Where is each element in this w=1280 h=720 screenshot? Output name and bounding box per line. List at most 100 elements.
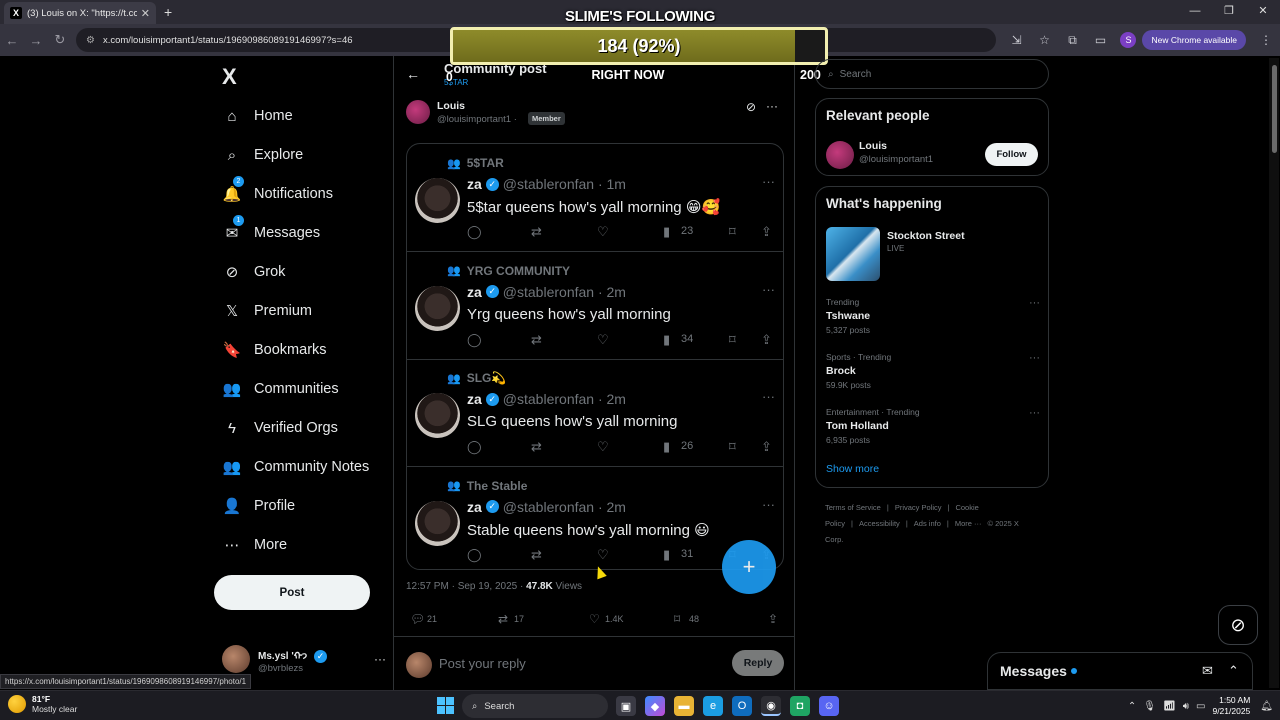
trend-name: Tom Holland [826,420,889,432]
extensions-icon[interactable]: ⧉ [1058,33,1086,48]
file-explorer-icon[interactable]: ▬ [674,696,694,716]
reply-icon[interactable]: 💬︎ [410,612,425,626]
account-switcher[interactable]: Ms.ysl 'ᡣ𐭩 ✓ @bvrblezs ··· [222,644,386,674]
reload-icon[interactable]: ↻ [48,32,72,48]
grok-icon[interactable]: ⊘ [746,100,756,114]
follow-button[interactable]: Follow [985,143,1038,166]
install-app-icon[interactable]: ⇲ [1002,33,1030,47]
trend-context: Entertainment · Trending [826,407,920,417]
weather-widget[interactable]: 81°F Mostly clear [8,694,77,714]
sidebar-item-profile[interactable]: 👤 Profile [222,493,295,519]
app-icon[interactable]: ◘ [790,696,810,716]
volume-icon[interactable]: 🔊︎ [1183,701,1189,712]
tab-close-icon[interactable]: ✕ [141,7,150,20]
x-logo-icon[interactable]: X [222,64,237,90]
forward-arrow-icon[interactable]: → [24,33,48,48]
tray-chevron-icon[interactable]: ⌃ [1128,701,1136,712]
new-tab-button[interactable]: + [164,4,172,20]
compose-fab-button[interactable]: + [722,540,776,594]
trend-item[interactable]: Entertainment · Trending Tom Holland 6,935… [826,407,1040,445]
scrollbar-thumb[interactable] [1272,65,1277,153]
footer-link[interactable]: Ads info [914,519,941,528]
trend-more-icon[interactable]: ··· [1029,352,1040,364]
edge-icon[interactable]: e [703,696,723,716]
task-view-icon[interactable]: ▣ [616,696,636,716]
toolbar-icons: ⇲ ☆ ⧉ ▭ S New Chrome available ⋮ [1002,28,1280,52]
trend-item[interactable]: Trending Tshwane 5,327 posts ··· [826,297,1040,335]
reply-input[interactable]: Post your reply [439,656,526,671]
repost-icon[interactable]: ⇄ [498,612,508,626]
follower-goal-value: 184 (92%) [597,36,681,56]
grok-floating-button[interactable]: ⊘ [1218,605,1258,645]
sidebar-item-messages[interactable]: ✉ 1 Messages [222,215,320,246]
trend-item[interactable]: Sports · Trending Brock 59.9K posts ··· [826,352,1040,390]
relevant-person-name[interactable]: Louis [859,140,887,152]
sidebar-item-home[interactable]: ⌂ Home [222,103,292,129]
avatar[interactable] [406,100,430,124]
relevant-person-handle[interactable]: @louisimportant1 [859,154,933,165]
quoted-post: 👥 SLG💫 za ✓ @stableronfan · 2m ··· SLG queens … [407,359,783,467]
avatar [415,178,460,223]
sidebar-item-premium[interactable]: 𝕏 Premium [222,298,312,324]
bookmark-star-icon[interactable]: ☆ [1030,33,1058,47]
new-message-icon[interactable]: ✉ [1202,663,1213,679]
footer-link[interactable]: Accessibility [859,519,900,528]
account-more-icon[interactable]: ··· [374,652,386,666]
discord-icon[interactable]: ☺ [819,696,839,716]
site-info-icon[interactable]: ⚙ [86,35,95,46]
trend-more-icon[interactable]: ··· [1029,297,1040,309]
sidebar-item-more[interactable]: ⋯ More [222,532,288,558]
sidebar-item-grok[interactable]: ⊘ Grok [222,259,286,285]
restore-icon[interactable]: ❐ [1212,0,1246,24]
reply-button[interactable]: Reply [732,650,784,676]
clock[interactable]: 1:50 AM 9/21/2025 [1212,695,1250,717]
copilot-icon[interactable]: ◆ [645,696,665,716]
author-handle[interactable]: @louisimportant1 · [437,114,517,125]
close-window-icon[interactable]: ✕ [1246,0,1280,24]
like-icon[interactable]: ♡ [589,612,600,626]
share-icon[interactable]: ⇪ [768,612,778,626]
windows-taskbar: 81°F Mostly clear ⌕ Search ▣ ◆ ▬ e O ◉ ◘… [0,690,1280,720]
post-more-icon[interactable]: ··· [766,99,778,113]
minimize-icon[interactable]: — [1178,0,1212,24]
show-more-link[interactable]: Show more [826,463,879,475]
chrome-menu-icon[interactable]: ⋮ [1252,33,1280,47]
wifi-icon[interactable]: 📶︎ [1163,701,1176,712]
quoted-posts-image[interactable]: 👥 5$TAR za ✓ @stableronfan · 1m ··· 5$tar quee… [406,143,784,570]
sidebar-item-verified-orgs[interactable]: ϟ Verified Orgs [222,415,338,441]
trend-more-icon[interactable]: ··· [1029,407,1040,419]
footer-link[interactable]: Terms of Service [825,503,881,512]
sidebar-item-communities[interactable]: 👥 Communities [222,376,339,402]
sidebar-item-notifications[interactable]: 🔔 2 Notifications [222,176,333,207]
expand-chevron-icon[interactable]: ⌃ [1228,663,1239,679]
taskbar-search[interactable]: ⌕ Search [462,694,608,718]
author-name[interactable]: Louis [437,100,465,112]
notification-bell-icon[interactable]: 🔔︎ [1260,701,1273,712]
outlook-icon[interactable]: O [732,696,752,716]
live-event-thumbnail[interactable] [826,227,880,281]
profile-avatar[interactable]: S [1120,32,1137,48]
footer-link[interactable]: Privacy Policy [895,503,942,512]
battery-icon[interactable]: ▭ [1196,701,1205,712]
side-panel-icon[interactable]: ▭ [1086,33,1114,47]
post-button[interactable]: Post [214,575,370,610]
live-event-title[interactable]: Stockton Street [887,230,965,242]
messages-drawer[interactable]: Messages ✉ ⌃ [987,652,1253,690]
sidebar-item-explore[interactable]: ⌕ Explore [222,142,303,168]
views-icon: ▮ [663,331,671,347]
verified-badge-icon: ✓ [485,177,499,191]
sidebar-item-community-notes[interactable]: 👥 Community Notes [222,454,370,480]
back-arrow-icon[interactable]: ← [0,33,24,48]
chrome-icon[interactable]: ◉ [761,696,781,716]
windows-start-icon[interactable] [437,697,454,714]
search-input[interactable]: ⌕ Search [815,59,1049,89]
sidebar-item-bookmarks[interactable]: 🔖 Bookmarks [222,337,327,363]
mic-icon[interactable]: 🎙︎ [1143,701,1156,712]
community-notes-icon: 👥 [222,459,242,476]
footer-link[interactable]: More ··· [955,519,982,528]
back-arrow-icon[interactable]: ← [406,66,420,82]
new-chrome-available-button[interactable]: New Chrome available [1142,30,1246,50]
browser-tab[interactable]: X (3) Louis on X: "https://t.co/eFy ✕ [4,2,156,24]
bookmark-icon[interactable]: ⌑ [674,612,680,626]
avatar[interactable] [826,141,854,169]
